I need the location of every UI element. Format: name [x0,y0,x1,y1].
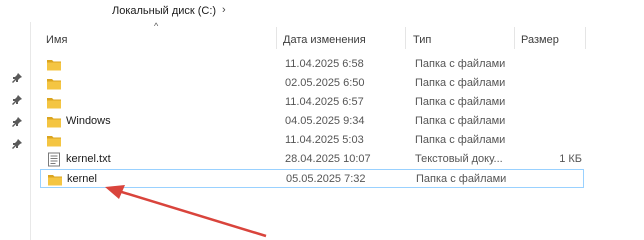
file-row[interactable]: 11.04.2025 6:58 Папка с файлами [40,55,584,74]
file-type: Папка с файлами [415,58,506,70]
file-date-modified: 05.05.2025 7:32 [286,173,366,185]
folder-icon [47,79,61,90]
pin-icon[interactable] [11,116,23,128]
breadcrumb-chevron-icon[interactable]: › [222,4,226,16]
column-separator[interactable] [585,27,586,49]
file-date-modified: 11.04.2025 6:57 [285,96,364,108]
file-type: Текстовый доку... [415,153,503,165]
breadcrumb-location[interactable]: Локальный диск (C:) [112,5,216,17]
column-separator[interactable] [276,27,277,49]
sort-ascending-icon: ^ [154,21,159,31]
file-row[interactable]: 02.05.2025 6:50 Папка с файлами [40,74,584,93]
column-header-name[interactable]: Имя [46,34,67,56]
file-row[interactable]: kernel.txt 28.04.2025 10:07 Текстовый доку… [40,150,584,169]
file-date-modified: 04.05.2025 9:34 [285,115,365,127]
folder-icon [47,117,61,128]
file-date-modified: 11.04.2025 6:58 [285,58,364,70]
folder-icon [47,60,61,71]
column-header-type[interactable]: Тип [413,34,431,56]
folder-icon [47,136,61,147]
file-row[interactable]: 11.04.2025 6:57 Папка с файлами [40,93,584,112]
file-size: 1 КБ [559,153,582,165]
file-date-modified: 02.05.2025 6:50 [285,77,365,89]
column-separator[interactable] [514,27,515,49]
column-header-date[interactable]: Дата изменения [283,34,366,56]
file-name: kernel [67,173,97,185]
column-separator[interactable] [405,27,406,49]
column-header-size[interactable]: Размер [521,34,559,56]
file-type: Папка с файлами [415,115,506,127]
pin-icon[interactable] [11,94,23,106]
folder-icon [47,98,61,109]
breadcrumb: Локальный диск (C:) › [0,0,644,22]
file-name: Windows [66,115,111,127]
pin-icon[interactable] [11,138,23,150]
file-row[interactable]: Windows 04.05.2025 9:34 Папка с файлами [40,112,584,131]
sidebar-divider [30,22,31,240]
folder-icon [48,175,62,186]
text-file-icon [48,152,60,167]
file-type: Папка с файлами [416,173,507,185]
file-type: Папка с файлами [415,134,506,146]
file-row[interactable]: kernel 05.05.2025 7:32 Папка с файлами [40,169,584,188]
quick-access-sidebar [0,22,30,240]
file-date-modified: 28.04.2025 10:07 [285,153,371,165]
pin-icon[interactable] [11,72,23,84]
file-type: Папка с файлами [415,77,506,89]
file-name: kernel.txt [66,153,111,165]
file-type: Папка с файлами [415,96,506,108]
file-date-modified: 11.04.2025 5:03 [285,134,364,146]
file-row[interactable]: 11.04.2025 5:03 Папка с файлами [40,131,584,150]
